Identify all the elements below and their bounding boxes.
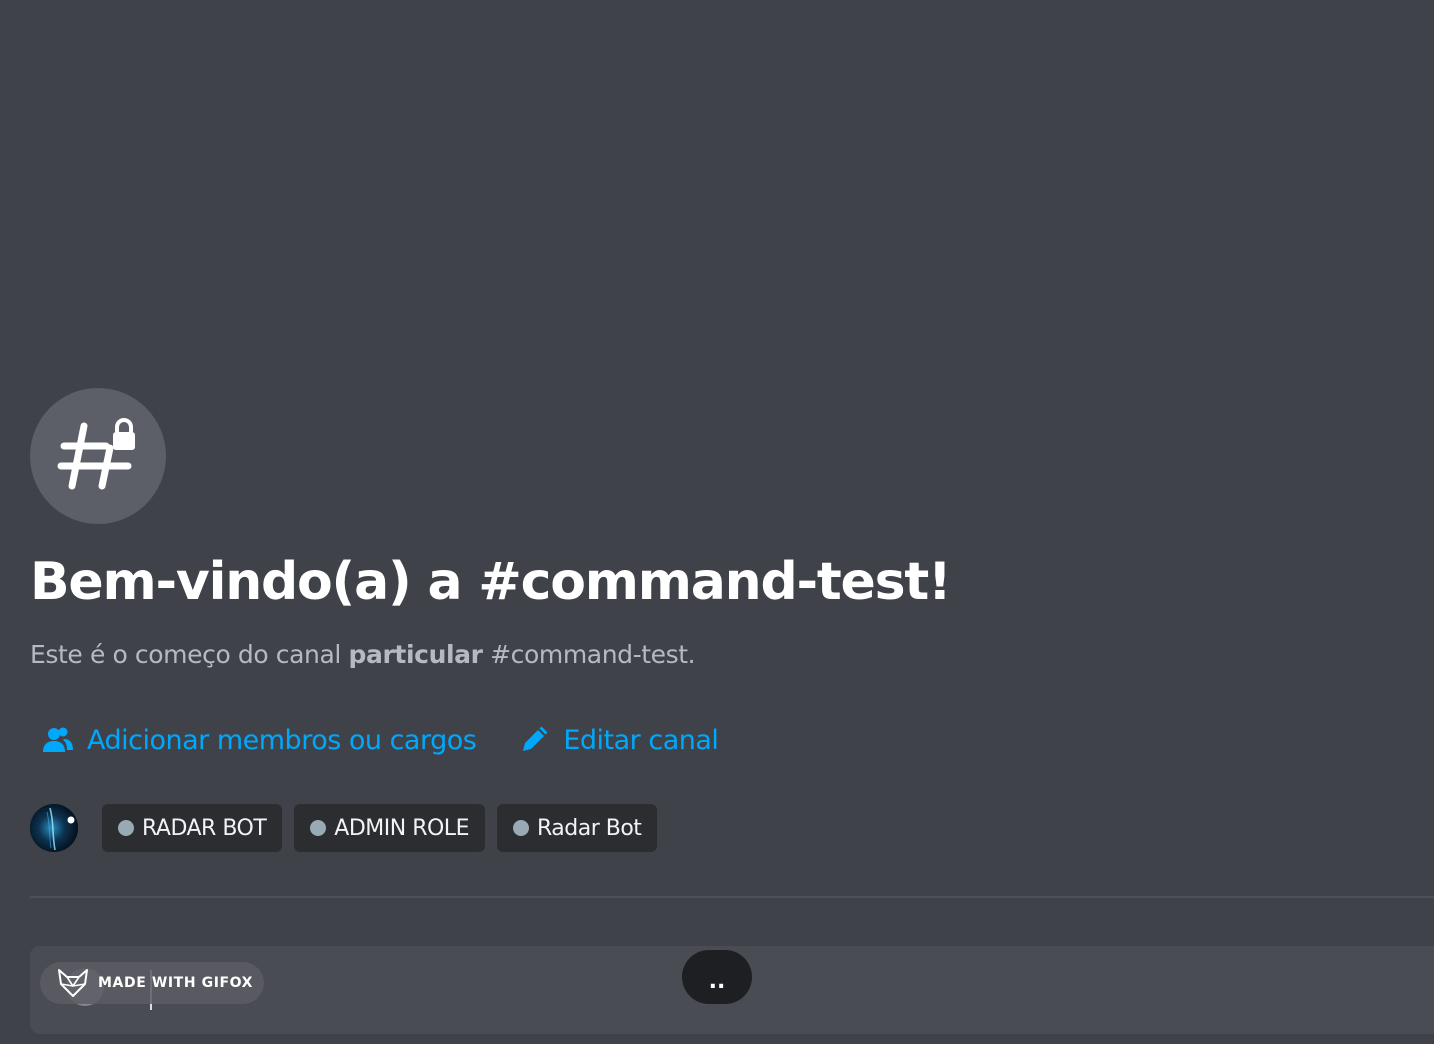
private-channel-hash-lock-icon (30, 388, 166, 524)
role-label: RADAR BOT (142, 815, 267, 841)
subtitle-prefix: Este é o começo do canal (30, 640, 349, 669)
welcome-title: Bem-vindo(a) a #command-test! (30, 552, 952, 612)
role-pill-radar-bot-upper[interactable]: RADAR BOT (102, 804, 283, 852)
member-pill-radar-bot[interactable]: Radar Bot (496, 804, 658, 852)
role-pill-admin-role[interactable]: ADMIN ROLE (294, 804, 485, 852)
add-members-or-roles-button[interactable]: Adicionar membros ou cargos (42, 724, 477, 756)
user-avatar[interactable] (30, 804, 78, 852)
content-divider (30, 896, 1434, 898)
subtitle-private-label: particular (348, 640, 483, 669)
typing-indicator: .. (682, 950, 752, 1004)
gifox-label: MADE WITH GIFOX (98, 975, 254, 991)
add-members-or-roles-label: Adicionar membros ou cargos (87, 724, 477, 756)
role-color-dot (118, 820, 134, 836)
edit-channel-button[interactable]: Editar canal (518, 724, 719, 756)
channel-actions: Adicionar membros ou cargos Editar canal (42, 718, 719, 762)
channel-members-list: RADAR BOT ADMIN ROLE Radar Bot (30, 804, 669, 852)
pencil-icon (518, 724, 550, 756)
edit-channel-label: Editar canal (563, 724, 719, 756)
role-label: ADMIN ROLE (334, 815, 469, 841)
member-label: Radar Bot (536, 815, 642, 841)
members-icon (42, 724, 74, 756)
channel-start-subtitle: Este é o começo do canal particular #com… (30, 636, 696, 674)
channel-welcome-view: Bem-vindo(a) a #command-test! Este é o c… (0, 0, 1434, 1044)
subtitle-suffix: #command-test. (482, 640, 696, 669)
role-color-dot (512, 820, 529, 836)
gifox-watermark: MADE WITH GIFOX (40, 962, 264, 1004)
role-color-dot (310, 820, 327, 836)
gifox-logo-icon (56, 966, 90, 1000)
